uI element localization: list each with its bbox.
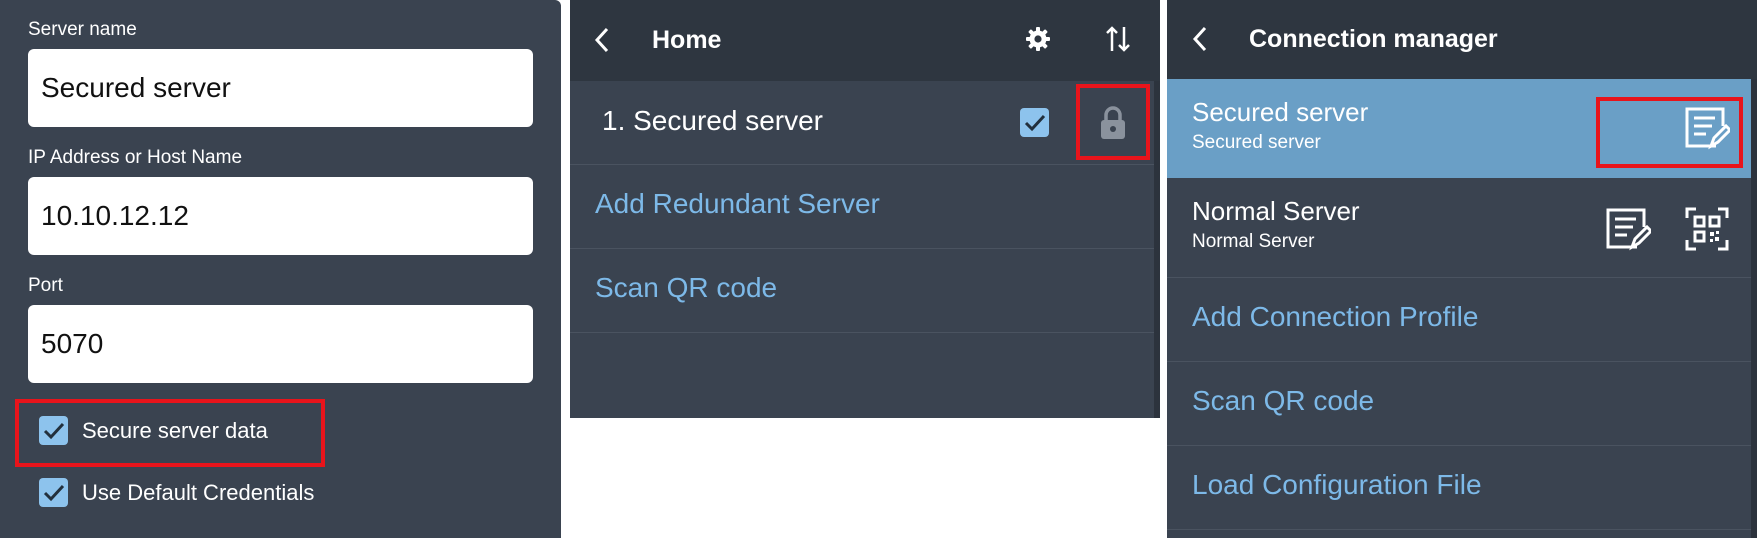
home-panel: Home 1. Secured server Add Redundant Ser…	[570, 0, 1160, 418]
edit-profile-icon[interactable]	[1605, 207, 1651, 251]
profile-name: Normal Server	[1192, 196, 1360, 226]
back-arrow-icon[interactable]	[1192, 26, 1208, 52]
back-arrow-icon[interactable]	[594, 27, 610, 53]
check-icon	[43, 484, 64, 501]
add-redundant-server-item[interactable]: Add Redundant Server	[570, 165, 1160, 249]
home-title: Home	[652, 26, 722, 54]
scan-qr-label: Scan QR code	[595, 272, 778, 303]
add-redundant-label: Add Redundant Server	[595, 188, 880, 219]
load-config-label: Load Configuration File	[1192, 469, 1482, 500]
server-settings-panel: Server name Secured server IP Address or…	[0, 0, 561, 538]
qr-code-icon[interactable]	[1685, 207, 1729, 251]
default-credentials-option[interactable]: Use Default Credentials	[39, 478, 314, 507]
secure-server-data-option[interactable]: Secure server data	[39, 416, 268, 445]
edit-profile-icon[interactable]	[1684, 106, 1730, 150]
default-credentials-checkbox[interactable]	[39, 478, 68, 507]
ip-address-input[interactable]: 10.10.12.12	[28, 177, 533, 255]
sort-icon[interactable]	[1105, 25, 1131, 53]
scan-qr-item[interactable]: Scan QR code	[1167, 362, 1757, 446]
scrollbar[interactable]	[1154, 81, 1160, 418]
server-name-label: Server name	[28, 19, 137, 40]
server-name-value: Secured server	[41, 72, 231, 103]
connection-manager-title: Connection manager	[1249, 25, 1498, 53]
server-name-input[interactable]: Secured server	[28, 49, 533, 127]
server-enabled-checkbox[interactable]	[1020, 108, 1049, 137]
home-top-bar: Home	[570, 0, 1160, 81]
add-profile-label: Add Connection Profile	[1192, 301, 1479, 332]
connection-manager-panel: Connection manager Secured server Secure…	[1167, 0, 1757, 538]
connection-manager-top-bar: Connection manager	[1167, 0, 1757, 79]
secure-data-label: Secure server data	[82, 417, 268, 443]
port-label: Port	[28, 275, 63, 296]
load-configuration-item[interactable]: Load Configuration File	[1167, 446, 1757, 530]
profile-subtitle: Secured server	[1192, 132, 1321, 153]
port-input[interactable]: 5070	[28, 305, 533, 383]
profile-item-selected[interactable]: Secured server Secured server	[1167, 79, 1757, 178]
profile-item[interactable]: Normal Server Normal Server	[1167, 178, 1757, 278]
settings-gear-icon[interactable]	[1025, 26, 1051, 52]
server-list-item[interactable]: 1. Secured server	[570, 81, 1160, 165]
ip-address-value: 10.10.12.12	[41, 200, 189, 231]
server-item-label: 1. Secured server	[602, 105, 823, 136]
scan-qr-label: Scan QR code	[1192, 385, 1375, 416]
profile-subtitle: Normal Server	[1192, 231, 1315, 252]
check-icon	[43, 422, 64, 439]
check-icon	[1024, 114, 1045, 131]
port-value: 5070	[41, 328, 104, 359]
add-connection-profile-item[interactable]: Add Connection Profile	[1167, 278, 1757, 362]
lock-icon[interactable]	[1098, 105, 1128, 141]
secure-data-checkbox[interactable]	[39, 416, 68, 445]
scrollbar[interactable]	[1751, 79, 1757, 538]
profile-name: Secured server	[1192, 97, 1369, 127]
scan-qr-item[interactable]: Scan QR code	[570, 249, 1160, 333]
ip-address-label: IP Address or Host Name	[28, 147, 243, 168]
default-credentials-label: Use Default Credentials	[82, 479, 315, 505]
